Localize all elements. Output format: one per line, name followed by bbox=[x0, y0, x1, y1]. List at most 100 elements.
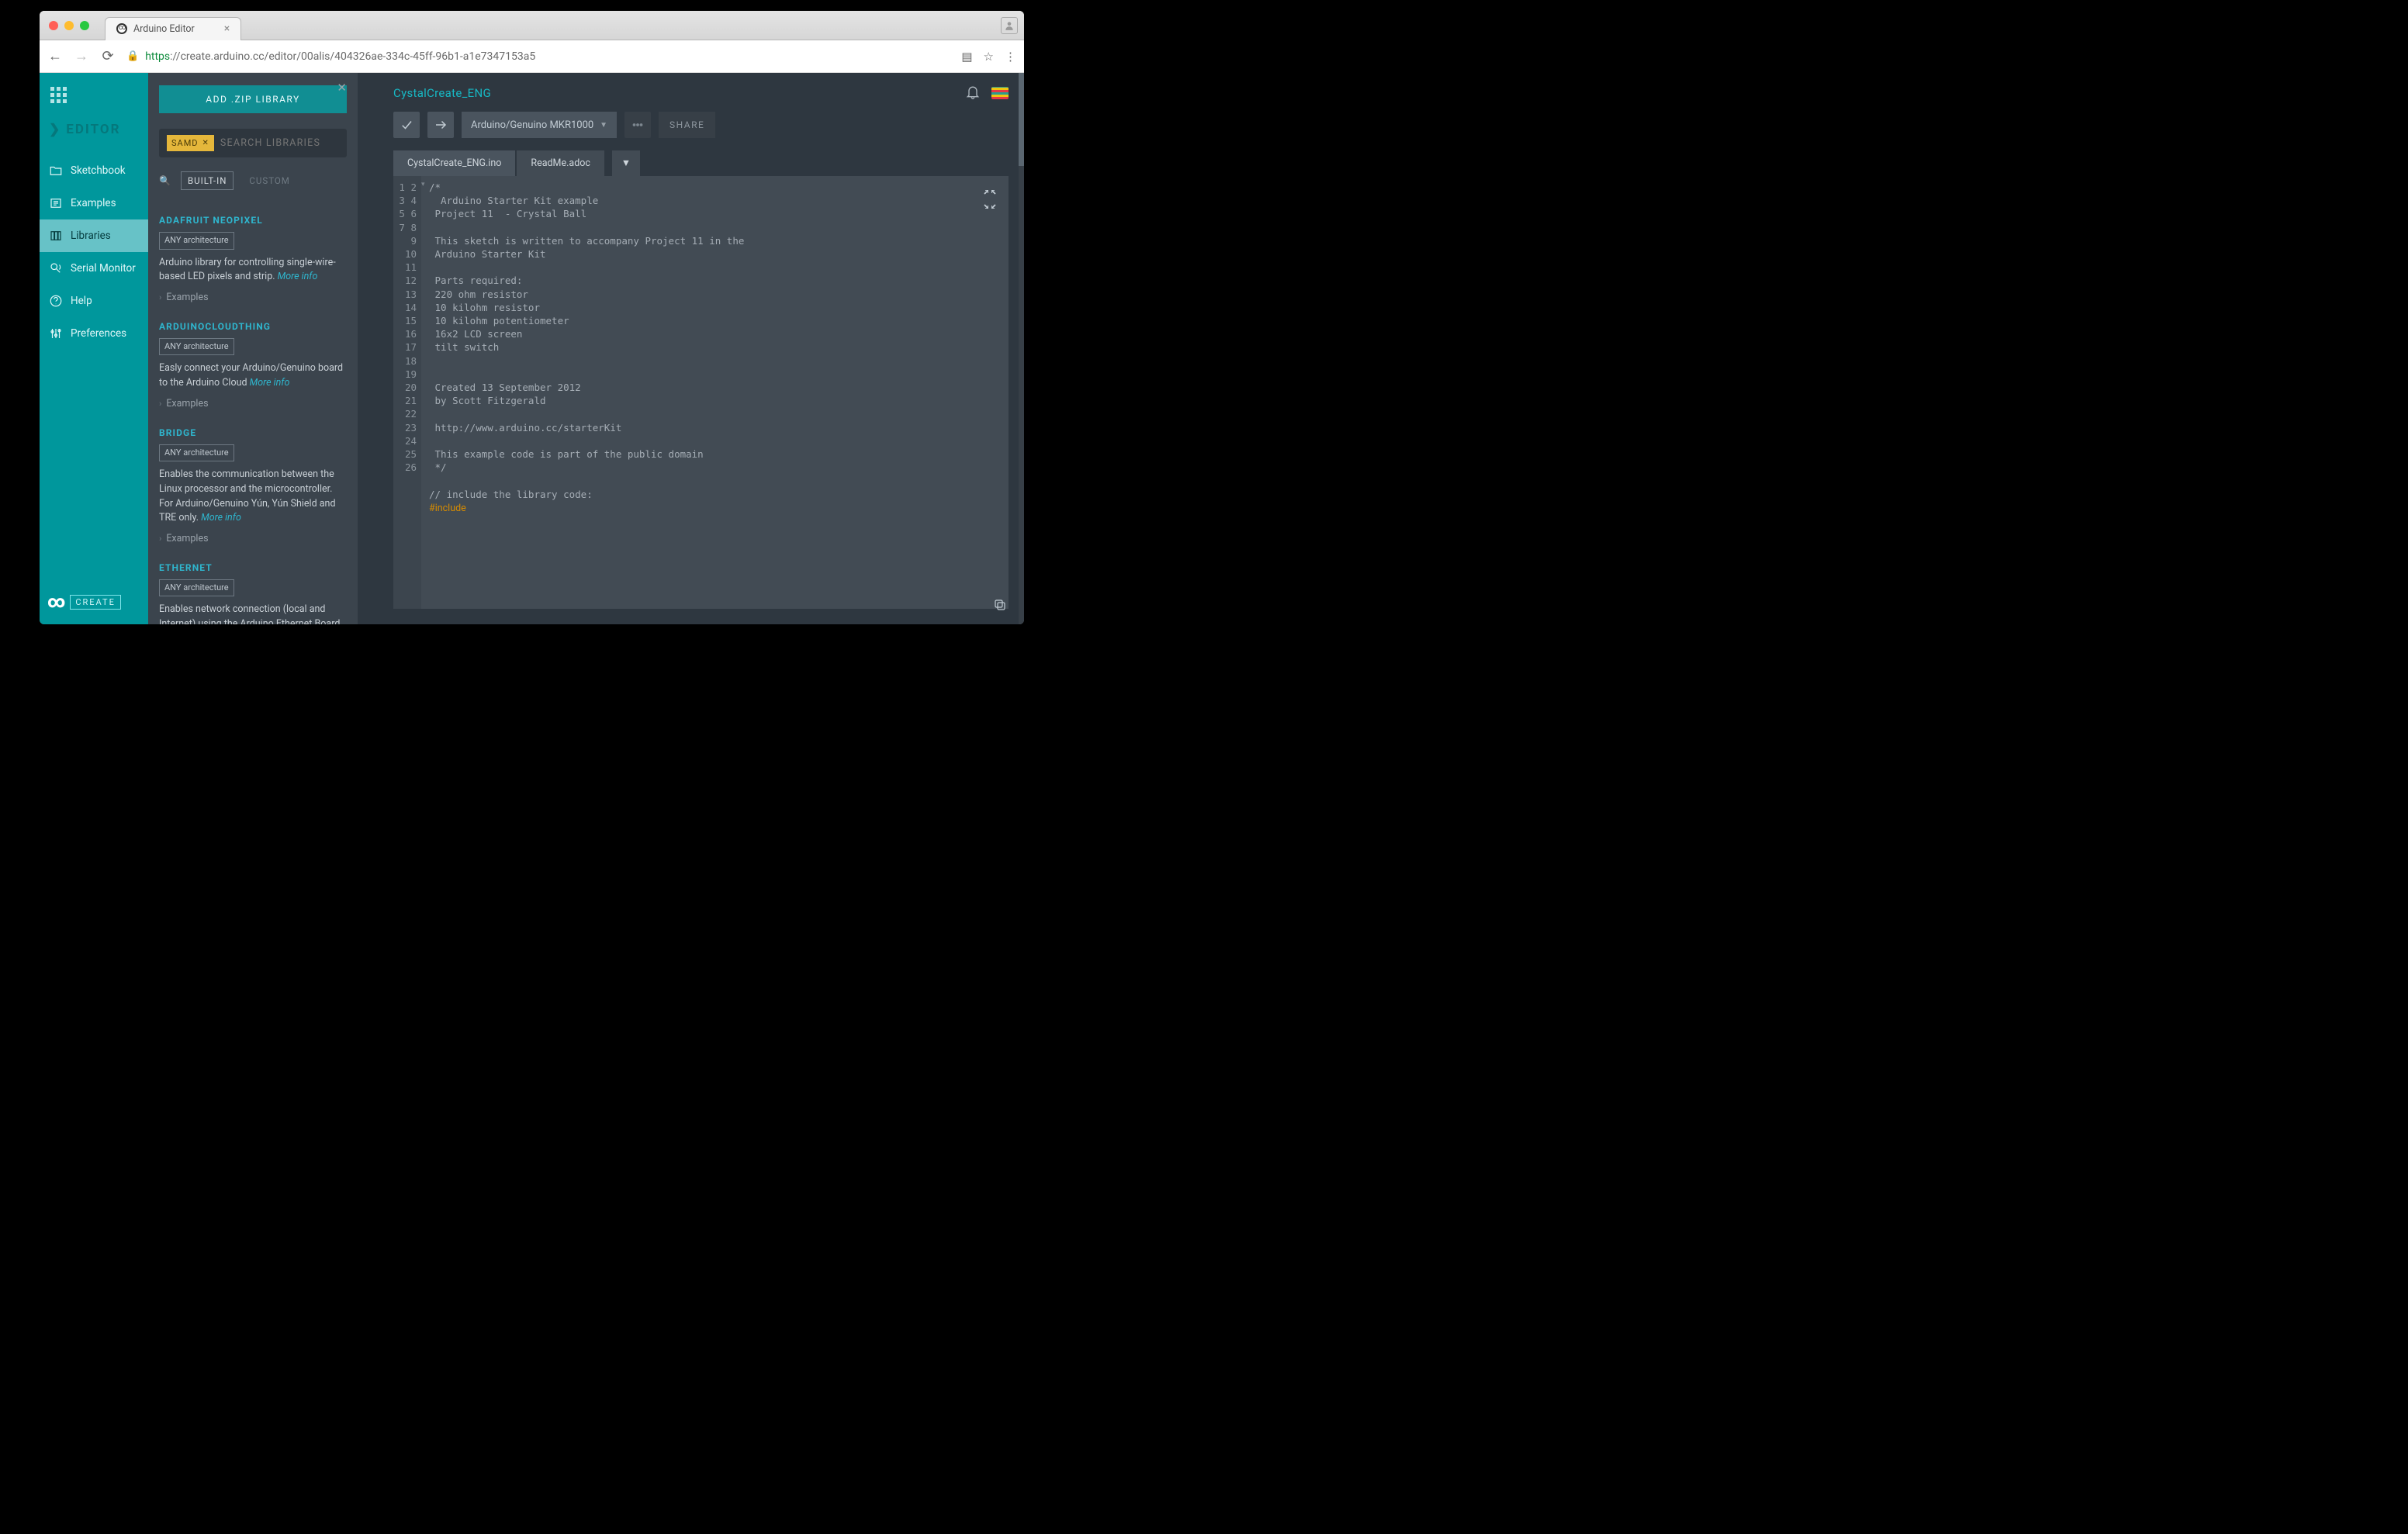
chip-label: SAMD bbox=[171, 138, 199, 148]
tab-title: Arduino Editor bbox=[133, 23, 195, 35]
nav-preferences[interactable]: Preferences bbox=[40, 317, 148, 350]
nav-label: Serial Monitor bbox=[71, 262, 136, 275]
library-examples-link[interactable]: ›Examples bbox=[159, 291, 347, 306]
library-arch-badge: ANY architecture bbox=[159, 338, 234, 356]
nav-examples[interactable]: Examples bbox=[40, 187, 148, 219]
library-examples-link[interactable]: ›Examples bbox=[159, 532, 347, 547]
lock-icon: 🔒 bbox=[126, 50, 139, 62]
close-panel-icon[interactable]: ✕ bbox=[337, 81, 347, 95]
library-name: ETHERNET bbox=[159, 561, 347, 575]
create-logo: ∞ CREATE bbox=[40, 580, 148, 624]
window-controls bbox=[49, 21, 89, 30]
close-tab-icon[interactable]: × bbox=[224, 22, 230, 35]
chevron-right-icon: › bbox=[159, 292, 161, 305]
chevron-right-icon: › bbox=[159, 398, 161, 411]
arduino-create-app: ❯ EDITOR Sketchbook Examples Libraries S… bbox=[40, 73, 1024, 624]
editor-brand: ❯ EDITOR bbox=[40, 111, 148, 154]
nav-help[interactable]: Help bbox=[40, 285, 148, 317]
create-badge: CREATE bbox=[70, 595, 121, 610]
url-box[interactable]: 🔒 https://create.arduino.cc/editor/00ali… bbox=[126, 50, 950, 63]
main-scrollbar[interactable] bbox=[1019, 73, 1024, 624]
nav-label: Help bbox=[71, 295, 92, 307]
copy-icon[interactable] bbox=[993, 598, 1007, 615]
notifications-button[interactable] bbox=[965, 84, 981, 102]
code-editor[interactable]: 1 2 3 4 5 6 7 8 9 10 11 12 13 14 15 16 1… bbox=[393, 176, 1009, 609]
panel-icon[interactable]: ▤ bbox=[961, 50, 972, 64]
bookmark-star-icon[interactable]: ☆ bbox=[984, 50, 994, 64]
filter-custom[interactable]: CUSTOM bbox=[243, 172, 296, 189]
url-protocol: https bbox=[145, 50, 170, 63]
more-info-link[interactable]: More info bbox=[278, 271, 318, 282]
library-item[interactable]: ETHERNETANY architectureEnables network … bbox=[159, 561, 347, 624]
help-icon bbox=[49, 294, 63, 308]
library-name: ARDUINOCLOUDTHING bbox=[159, 320, 347, 333]
library-name: BRIDGE bbox=[159, 426, 347, 440]
infinity-icon: ∞ bbox=[47, 593, 64, 612]
library-examples-link[interactable]: ›Examples bbox=[159, 397, 347, 412]
nav-label: Preferences bbox=[71, 327, 126, 340]
library-item[interactable]: BRIDGEANY architectureEnables the commun… bbox=[159, 426, 347, 547]
chevron-right-icon: ❯ bbox=[49, 122, 61, 137]
editor-main: CystalCreate_ENG Arduino/Genuino MKR1000… bbox=[358, 73, 1024, 624]
nav-sketchbook[interactable]: Sketchbook bbox=[40, 154, 148, 187]
list-icon bbox=[49, 196, 63, 210]
filter-built-in[interactable]: BUILT-IN bbox=[181, 171, 234, 190]
editor-tab-readme[interactable]: ReadMe.adoc bbox=[517, 150, 604, 176]
reload-button[interactable]: ⟳ bbox=[100, 48, 116, 64]
profile-chip[interactable] bbox=[1001, 17, 1018, 34]
nav-label: Sketchbook bbox=[71, 164, 126, 177]
library-list[interactable]: ADAFRUIT NEOPIXELANY architectureArduino… bbox=[148, 195, 358, 624]
forward-button[interactable]: → bbox=[74, 48, 89, 64]
library-description: Enables the communication between the Li… bbox=[159, 468, 347, 526]
library-search-input[interactable] bbox=[220, 137, 344, 149]
library-arch-badge: ANY architecture bbox=[159, 232, 234, 250]
more-info-link[interactable]: More info bbox=[250, 377, 290, 389]
maximize-window-button[interactable] bbox=[80, 21, 89, 30]
back-button[interactable]: ← bbox=[47, 48, 63, 64]
close-window-button[interactable] bbox=[49, 21, 58, 30]
add-zip-library-button[interactable]: ADD .ZIP LIBRARY bbox=[159, 85, 347, 113]
fullscreen-button[interactable] bbox=[981, 190, 999, 209]
browser-window: Arduino Editor × ← → ⟳ 🔒 https://create.… bbox=[40, 11, 1024, 624]
editor-tabs: CystalCreate_ENG.ino ReadMe.adoc ▼ bbox=[358, 150, 1024, 176]
code-area[interactable]: /* Arduino Starter Kit example Project 1… bbox=[424, 176, 1009, 609]
library-filter-row: 🔍 BUILT-IN CUSTOM bbox=[159, 171, 347, 190]
board-label: Arduino/Genuino MKR1000 bbox=[471, 119, 593, 131]
board-select[interactable]: Arduino/Genuino MKR1000 ▼ bbox=[462, 112, 617, 138]
search-icon[interactable]: 🔍 bbox=[159, 175, 171, 186]
apps-grid-button[interactable] bbox=[40, 73, 148, 111]
minimize-window-button[interactable] bbox=[64, 21, 74, 30]
scrollbar-thumb[interactable] bbox=[1019, 73, 1024, 166]
address-bar-actions: ▤ ☆ ⋮ bbox=[961, 50, 1016, 64]
folder-icon bbox=[49, 164, 63, 178]
library-name: ADAFRUIT NEOPIXEL bbox=[159, 213, 347, 227]
library-icon bbox=[49, 229, 63, 243]
browser-tab[interactable]: Arduino Editor × bbox=[105, 17, 241, 40]
share-button[interactable]: SHARE bbox=[659, 112, 715, 138]
library-item[interactable]: ARDUINOCLOUDTHING ANY architecture Easly c… bbox=[159, 320, 347, 412]
nav-libraries[interactable]: Libraries bbox=[40, 219, 148, 252]
arduino-favicon-icon bbox=[116, 23, 127, 34]
remove-chip-icon[interactable]: ✕ bbox=[202, 139, 209, 147]
sketch-name[interactable]: CystalCreate_ENG bbox=[393, 86, 491, 100]
upload-button[interactable] bbox=[427, 112, 454, 138]
url-path: ://create.arduino.cc/editor/00alis/40432… bbox=[170, 50, 535, 63]
user-avatar[interactable] bbox=[991, 87, 1009, 99]
more-info-link[interactable]: More info bbox=[201, 512, 241, 523]
chevron-right-icon: › bbox=[159, 533, 161, 546]
library-search: SAMD ✕ bbox=[159, 129, 347, 157]
nav-serial-monitor[interactable]: Serial Monitor bbox=[40, 252, 148, 285]
editor-toolbar: Arduino/Genuino MKR1000 ▼ SHARE bbox=[358, 102, 1024, 146]
overflow-menu-icon[interactable]: ⋮ bbox=[1005, 50, 1016, 64]
search-filter-chip[interactable]: SAMD ✕ bbox=[167, 135, 214, 151]
library-item[interactable]: ADAFRUIT NEOPIXELANY architectureArduino… bbox=[159, 213, 347, 306]
library-arch-badge: ANY architecture bbox=[159, 579, 234, 597]
editor-tab-main[interactable]: CystalCreate_ENG.ino bbox=[393, 150, 515, 176]
verify-button[interactable] bbox=[393, 112, 420, 138]
library-description: Easly connect your Arduino/Genuino board… bbox=[159, 361, 347, 391]
monitor-icon bbox=[49, 261, 63, 275]
more-actions-button[interactable] bbox=[624, 112, 651, 138]
tabs-dropdown[interactable]: ▼ bbox=[612, 150, 640, 176]
nav-label: Libraries bbox=[71, 230, 111, 242]
titlebar: Arduino Editor × bbox=[40, 11, 1024, 40]
